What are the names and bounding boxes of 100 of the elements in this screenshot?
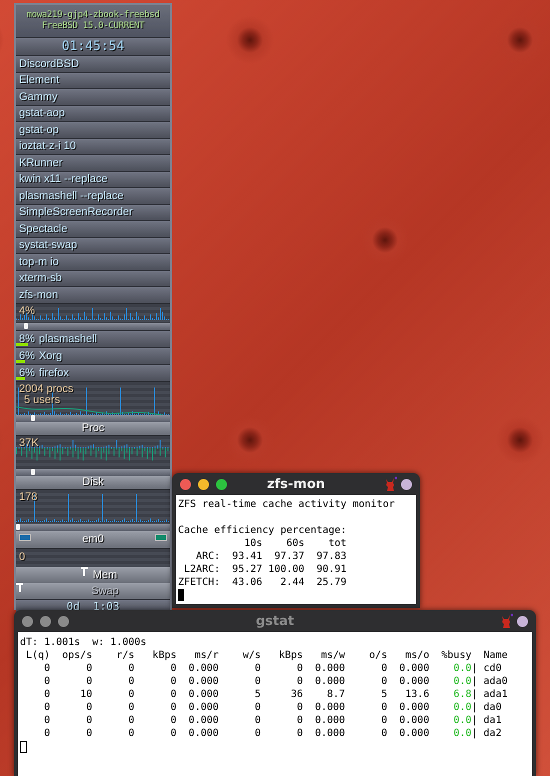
maximize-button[interactable]	[58, 616, 69, 626]
close-button[interactable]	[180, 478, 191, 490]
table-cell: 0	[128, 701, 134, 714]
process-percent: 6%	[19, 366, 35, 378]
launcher-item[interactable]: plasmashell --replace	[16, 187, 170, 204]
led-icon	[155, 534, 167, 540]
table-cell: 0	[170, 662, 177, 675]
column-header: ms/w	[320, 649, 346, 662]
table-cell: 0	[254, 701, 261, 714]
minimize-button[interactable]	[198, 478, 209, 490]
column-header: ops/s	[62, 649, 92, 662]
krell-slider[interactable]	[24, 322, 28, 328]
table-cell: 0	[86, 662, 92, 675]
column-header: kBps	[278, 649, 303, 662]
meter-reading: 0	[19, 550, 26, 562]
table-cell: 13.6	[405, 688, 430, 701]
terminal-line: Cache efficiency percentage:	[178, 524, 348, 537]
window-menu-button[interactable]	[517, 616, 528, 626]
launcher-item[interactable]: KRunner	[16, 154, 170, 170]
row-label: ARC:	[196, 550, 220, 563]
table-cell: 0	[128, 714, 134, 727]
table-cell: 0.000	[188, 688, 219, 701]
row-label: ZFETCH:	[178, 576, 220, 589]
table-cell: 8.7	[327, 688, 346, 701]
launcher-item[interactable]: SimpleScreenRecorder	[16, 204, 170, 220]
column-header: 10s	[244, 537, 262, 550]
os-version: FreeBSD 15.0-CURRENT	[42, 21, 144, 32]
launcher-item[interactable]: systat-swap	[16, 236, 170, 253]
window-title: gstat	[256, 614, 294, 628]
table-cell: 0.000	[188, 727, 219, 740]
busy-cell: 0.0	[453, 727, 472, 740]
table-cell: 0	[296, 675, 303, 688]
launcher-item[interactable]: gstat-aop	[16, 104, 170, 121]
krell-slider[interactable]	[31, 468, 35, 474]
table-cell: 36	[290, 688, 303, 701]
launcher-item[interactable]: Element	[16, 72, 170, 88]
table-cell: 0	[128, 688, 134, 701]
value-cell: 97.83	[316, 550, 347, 563]
value-cell: 90.91	[316, 563, 347, 576]
value-cell: 43.06	[232, 576, 262, 589]
terminal-line: ZFS real-time cache activity monitor	[178, 498, 396, 511]
launcher-item[interactable]: xterm-sb	[16, 270, 170, 286]
launcher-item[interactable]: zfs-mon	[16, 286, 170, 302]
terminal-line: dT: 1.001s w: 1.000s	[20, 636, 148, 649]
column-header: L(q)	[26, 649, 50, 662]
busy-bar-text: |	[471, 727, 478, 740]
value-cell: 95.27	[232, 563, 262, 576]
table-cell: 0	[381, 662, 388, 675]
host-name: mowa219-gjp4-zbook-freebsd	[26, 10, 160, 21]
busy-bar-text: |	[471, 662, 478, 675]
busy-bar-text: |	[471, 688, 478, 701]
table-cell: 0	[128, 662, 134, 675]
table-cell: 0.000	[314, 701, 346, 714]
launcher-item[interactable]: kwin x11 --replace	[16, 170, 170, 187]
window-menu-button[interactable]	[401, 478, 412, 490]
krell-slider[interactable]	[16, 524, 20, 530]
launcher-item[interactable]: top-m io	[16, 253, 170, 270]
devil-icon	[383, 476, 397, 492]
table-cell: 0	[44, 662, 50, 675]
launcher-item[interactable]: DiscordBSD	[16, 55, 170, 72]
table-cell: 0	[44, 675, 50, 688]
launcher-item[interactable]: ioztat-z-i 10	[16, 138, 170, 154]
table-cell: 0	[296, 714, 303, 727]
column-header: r/s	[116, 649, 134, 662]
table-cell: 0	[170, 727, 177, 740]
chart-label: Proc	[16, 422, 170, 434]
table-cell: 5	[254, 688, 261, 701]
launcher-item[interactable]: Spectacle	[16, 220, 170, 236]
table-cell: 0	[170, 714, 177, 727]
busy-bar-text: |	[471, 675, 478, 688]
table-cell: 0	[86, 701, 92, 714]
table-cell: 0	[170, 675, 177, 688]
maximize-button[interactable]	[216, 478, 227, 490]
table-cell: 0.000	[314, 727, 346, 740]
chart-label: Disk	[16, 476, 170, 488]
value-cell: 25.79	[316, 576, 347, 589]
table-cell: 0	[254, 662, 261, 675]
table-cell: 0	[254, 675, 261, 688]
busy-cell: 0.0	[453, 701, 472, 714]
interface-name: em0	[82, 533, 104, 545]
table-cell: 0.000	[188, 662, 219, 675]
krell-slider[interactable]	[31, 414, 35, 420]
chart-reading: 2004 procs	[19, 382, 74, 394]
table-cell: 0	[44, 701, 50, 714]
table-cell: 0	[254, 714, 261, 727]
meter-label: Swap	[91, 584, 119, 596]
busy-bar-text: |	[471, 701, 478, 714]
column-header: o/s	[369, 649, 388, 662]
minimize-button[interactable]	[40, 616, 51, 626]
table-cell: 0	[44, 688, 50, 701]
busy-cell: 0.0	[453, 714, 472, 727]
column-header: kBps	[152, 649, 177, 662]
launcher-item[interactable]: Gammy	[16, 88, 170, 104]
launcher-item[interactable]: gstat-op	[16, 121, 170, 138]
table-cell: 0.000	[399, 701, 430, 714]
close-button[interactable]	[22, 616, 33, 626]
device-name: ada0	[482, 675, 508, 688]
table-cell: 0	[170, 688, 177, 701]
table-cell: 0.000	[314, 675, 346, 688]
column-header: 60s	[286, 537, 304, 550]
